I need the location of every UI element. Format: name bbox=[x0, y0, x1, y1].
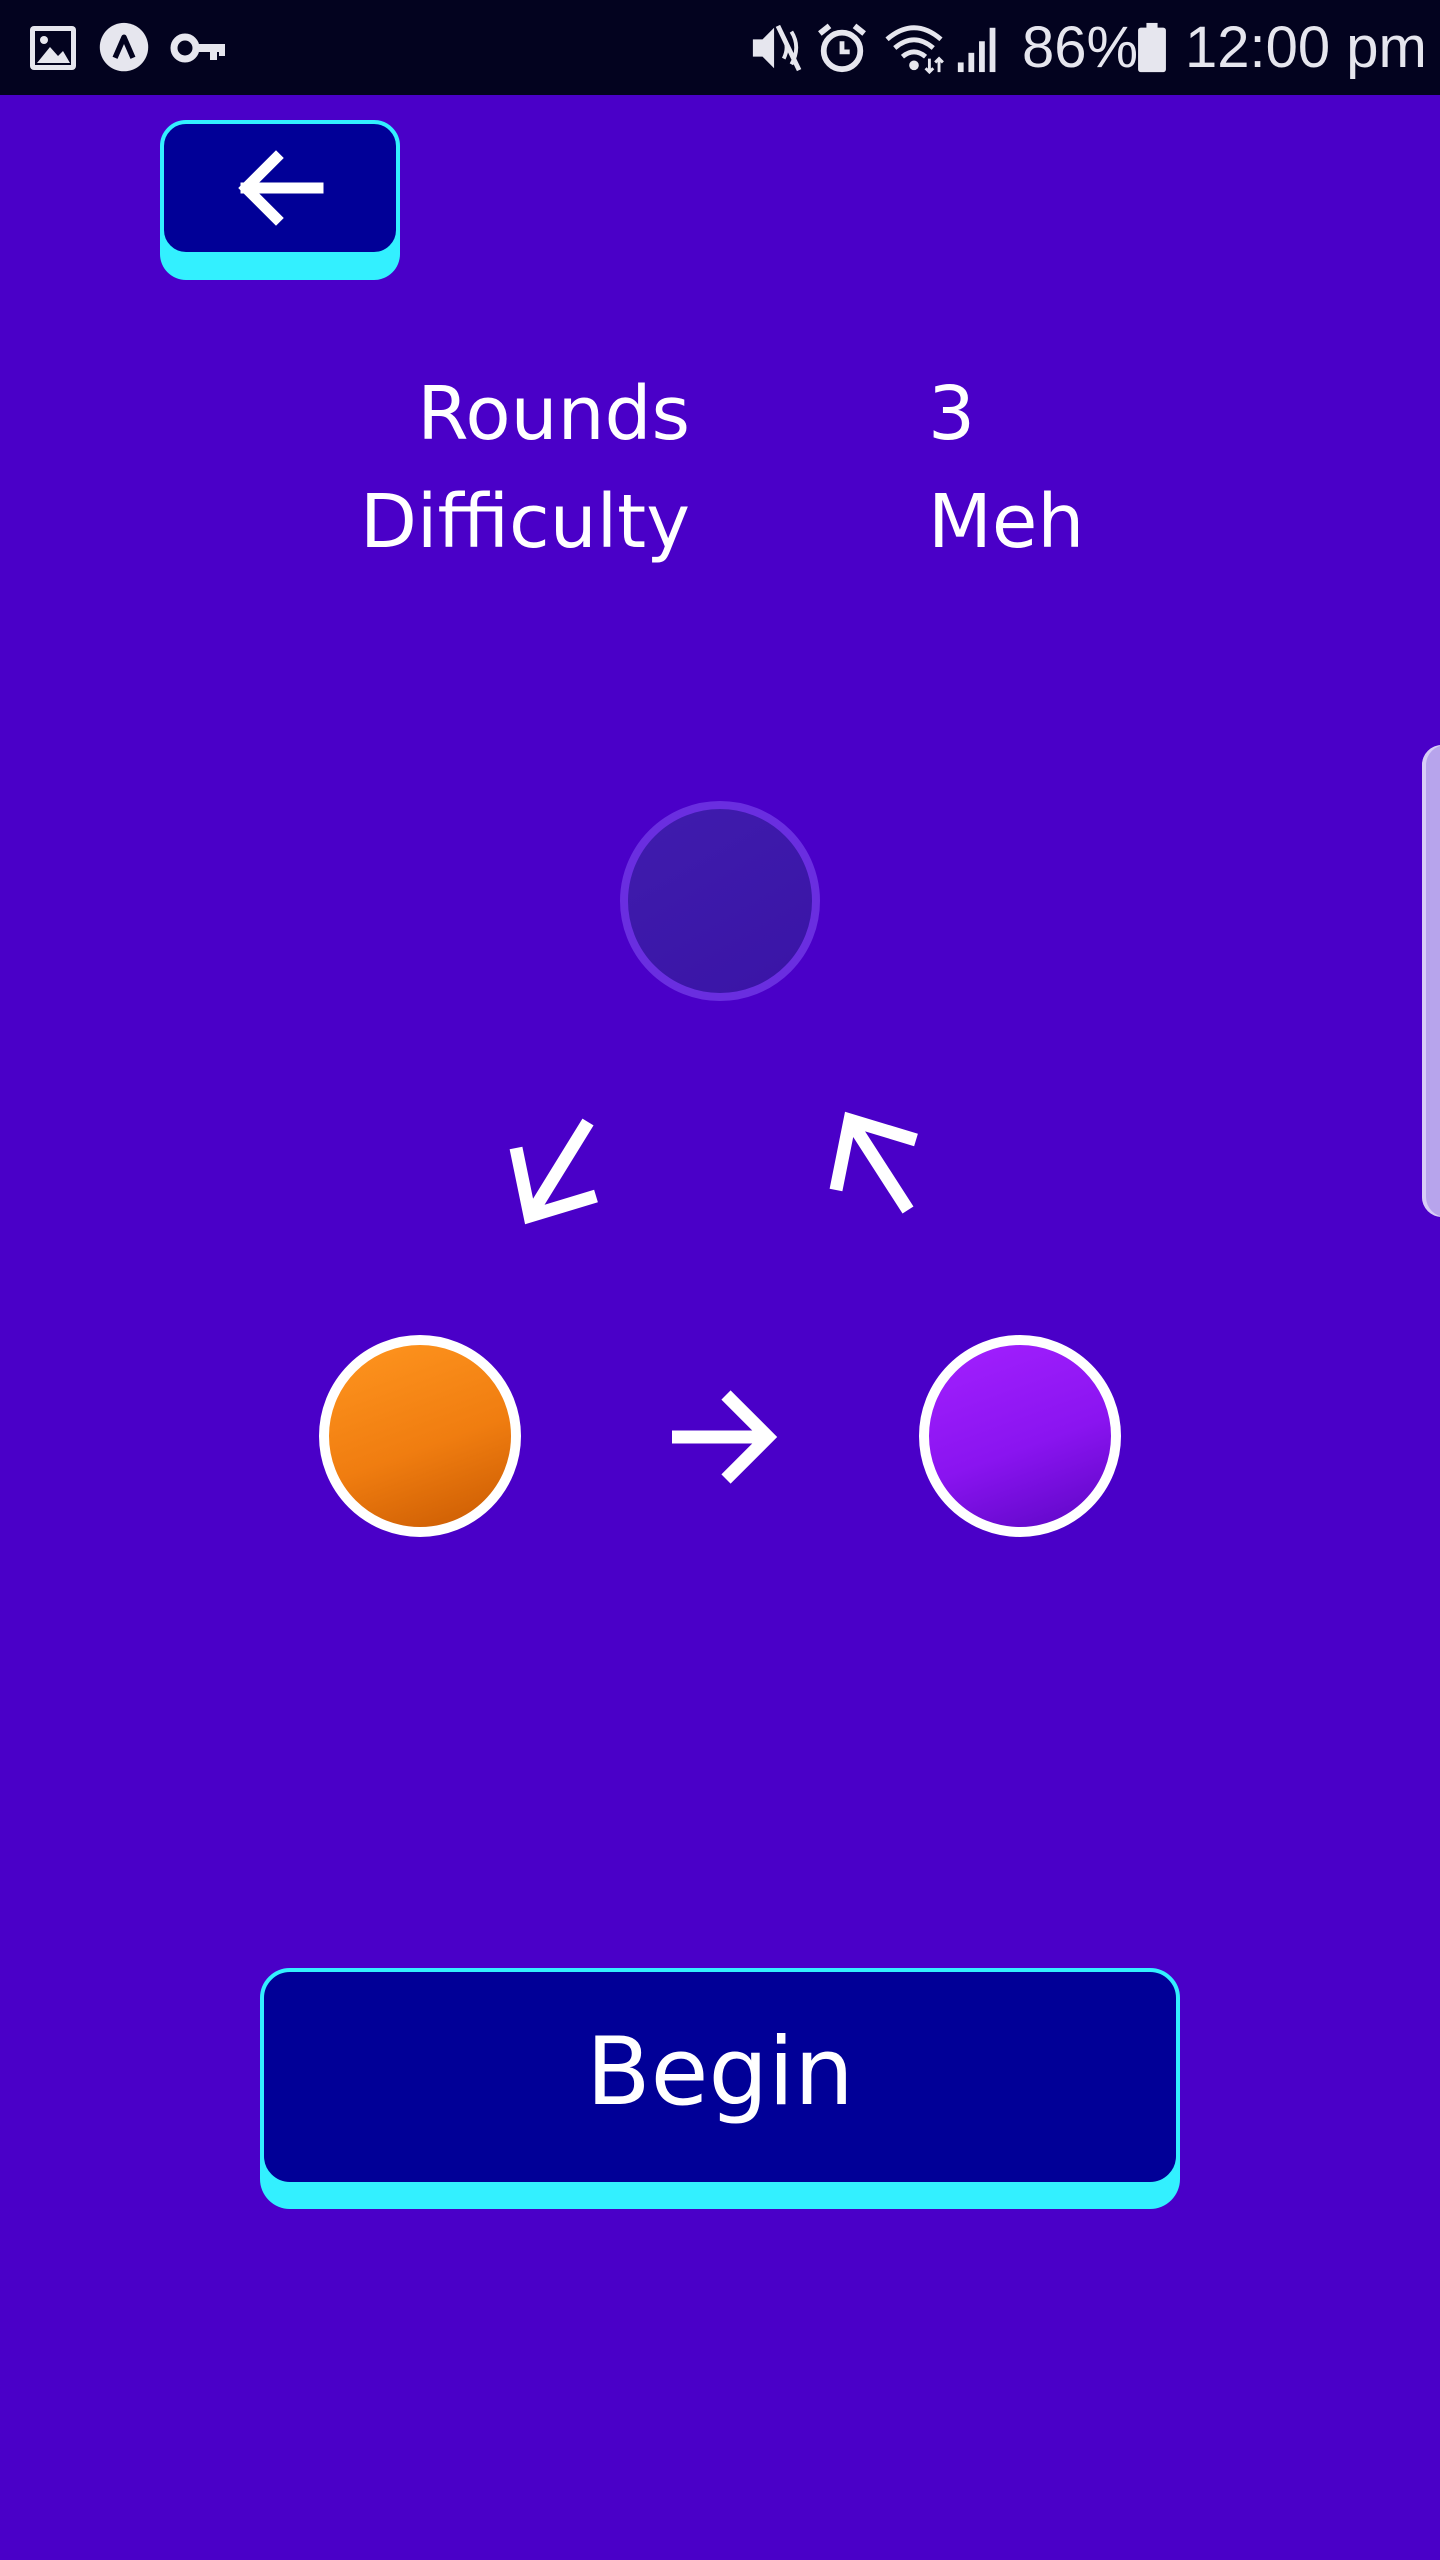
app-logo-icon bbox=[99, 22, 149, 72]
vpn-key-icon bbox=[170, 33, 225, 63]
difficulty-label: Difficulty bbox=[359, 479, 690, 565]
arrow-left-icon bbox=[238, 150, 324, 226]
battery-percent: 86% bbox=[1022, 15, 1139, 80]
signal-icon bbox=[957, 27, 996, 73]
begin-button[interactable]: Begin bbox=[260, 1968, 1180, 2209]
rounds-value: 3 bbox=[928, 371, 976, 457]
clock-time: 12:00 pm bbox=[1185, 15, 1427, 80]
orange-circle bbox=[319, 1335, 521, 1537]
status-bar: 86% 12:00 pm bbox=[0, 0, 1440, 95]
alarm-icon bbox=[818, 23, 866, 73]
mute-icon bbox=[752, 24, 802, 72]
gallery-icon bbox=[30, 26, 76, 70]
rounds-label: Rounds bbox=[417, 371, 690, 457]
purple-circle bbox=[919, 1335, 1121, 1537]
wifi-icon bbox=[885, 25, 944, 74]
arrow-up-left-icon bbox=[829, 1111, 918, 1214]
begin-button-label: Begin bbox=[586, 2018, 854, 2127]
arrow-right-icon bbox=[672, 1390, 778, 1484]
arrow-down-left-icon bbox=[509, 1118, 598, 1225]
target-circle bbox=[620, 801, 820, 1001]
back-button[interactable] bbox=[160, 120, 400, 280]
edge-panel-handle[interactable] bbox=[1422, 745, 1440, 1217]
battery-icon bbox=[1138, 22, 1166, 73]
difficulty-value: Meh bbox=[928, 479, 1085, 565]
